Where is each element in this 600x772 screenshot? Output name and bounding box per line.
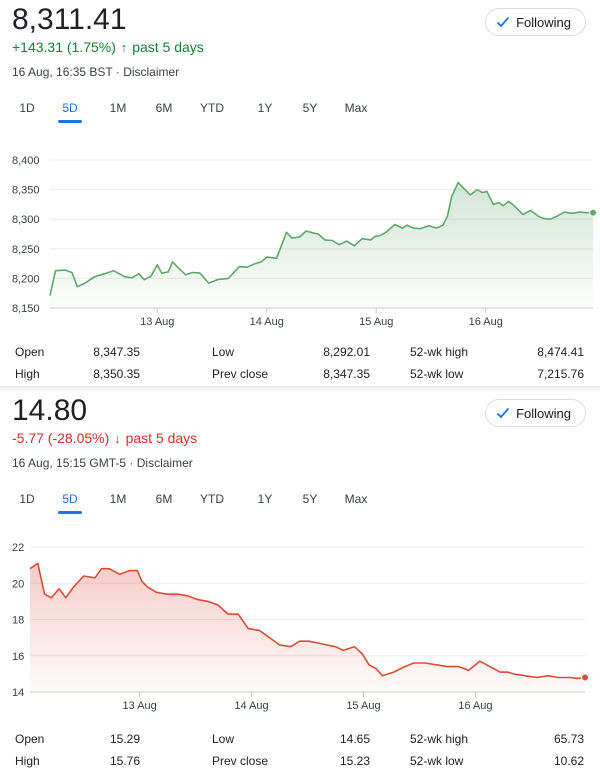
tab-ytd[interactable]: YTD [200, 96, 224, 120]
tab-ytd[interactable]: YTD [200, 487, 224, 511]
price-chart: 8,400 8,350 8,300 8,250 8,200 8,150 13 Aug 14 A… [12, 155, 597, 328]
tab-5y[interactable]: 5Y [303, 487, 318, 511]
change-value: +143.31 (1.75%) [12, 39, 116, 55]
tab-max[interactable]: Max [345, 96, 368, 120]
change-value: -5.77 (-28.05%) [12, 430, 110, 446]
stat-value-prev-close: 15.23 [339, 754, 370, 768]
y-tick-label: 16 [12, 651, 24, 663]
y-tick-label: 8,400 [12, 155, 40, 167]
stat-label-low: Low [212, 732, 235, 746]
stat-label-prev-close: Prev close [212, 754, 269, 768]
stat-label-open: Open [15, 732, 45, 746]
y-tick-label: 8,300 [12, 214, 40, 226]
tab-6m[interactable]: 6M [156, 487, 173, 511]
stat-value-low: 14.65 [339, 732, 370, 746]
y-tick-label: 22 [12, 542, 24, 554]
following-label: Following [516, 14, 571, 30]
last-price-point [589, 208, 597, 217]
tab-1y[interactable]: 1Y [258, 487, 273, 511]
tab-1y[interactable]: 1Y [258, 96, 273, 120]
stock-card: 14.80 -5.77 (-28.05%) ↓ past 5 days 16 A… [0, 391, 600, 768]
stock-card: 8,311.41 +143.31 (1.75%) ↑ past 5 days 1… [0, 0, 600, 388]
timestamp-disclaimer: 16 Aug, 15:15 GMT-5 · Disclaimer [12, 456, 193, 470]
y-tick-label: 8,350 [12, 185, 40, 197]
stat-label-wk52-low: 52-wk low [410, 754, 464, 768]
change-period: past 5 days [125, 430, 198, 446]
following-label: Following [516, 405, 571, 421]
y-tick-label: 18 [12, 615, 24, 627]
active-tab-indicator [58, 511, 82, 514]
x-tick-label: 14 Aug [234, 700, 268, 712]
x-tick-label: 15 Aug [346, 700, 380, 712]
x-tick-label: 13 Aug [140, 316, 174, 328]
checkmark-icon [496, 16, 510, 28]
y-tick-label: 8,250 [12, 244, 40, 256]
following-button[interactable]: Following [485, 8, 586, 36]
price-chart: 22 20 18 16 14 13 Aug 14 Aug 15 Aug 16 Aug [12, 542, 589, 712]
tab-max[interactable]: Max [345, 487, 368, 511]
tab-5d[interactable]: 5D [62, 487, 77, 511]
x-tick-label: 16 Aug [469, 316, 503, 328]
x-tick-label: 16 Aug [458, 700, 492, 712]
key-stats: Open 8,347.35 High 8,350.35 Low 8,292.01 Prev … [0, 345, 600, 385]
range-tabs: 1D 5D 1M 6M YTD 1Y 5Y Max [0, 96, 600, 123]
current-price: 14.80 [12, 394, 88, 427]
current-price: 8,311.41 [12, 3, 127, 36]
y-tick-label: 20 [12, 578, 24, 590]
stat-value-wk52-low: 7,215.76 [537, 367, 584, 381]
checkmark-icon [496, 407, 510, 419]
stat-value-wk52-high: 8,474.41 [537, 345, 584, 359]
tab-1m[interactable]: 1M [110, 487, 127, 511]
series-area [50, 182, 593, 308]
stat-label-prev-close: Prev close [212, 367, 269, 381]
stat-label-wk52-high: 52-wk high [410, 732, 469, 746]
change-period: past 5 days [132, 39, 204, 55]
x-tick-label: 14 Aug [250, 316, 284, 328]
tab-5d[interactable]: 5D [62, 96, 77, 120]
y-tick-label: 8,200 [12, 273, 40, 285]
stat-value-low: 8,292.01 [323, 345, 370, 359]
timestamp-disclaimer: 16 Aug, 16:35 BST · Disclaimer [12, 65, 180, 79]
price-change: -5.77 (-28.05%) ↓ past 5 days [12, 429, 197, 448]
active-tab-indicator [58, 120, 82, 123]
stat-label-low: Low [212, 345, 235, 359]
stat-label-wk52-high: 52-wk high [410, 345, 469, 359]
tab-6m[interactable]: 6M [156, 96, 173, 120]
stat-value-open: 15.29 [109, 732, 140, 746]
following-button[interactable]: Following [485, 399, 586, 427]
stat-label-high: High [15, 754, 40, 768]
price-change: +143.31 (1.75%) ↑ past 5 days [12, 38, 204, 57]
arrow-up-icon: ↑ [120, 40, 128, 55]
stat-value-high: 8,350.35 [93, 367, 140, 381]
y-tick-label: 14 [12, 687, 24, 699]
stat-label-wk52-low: 52-wk low [410, 367, 464, 381]
x-tick-label: 13 Aug [123, 700, 157, 712]
stat-label-high: High [15, 367, 40, 381]
arrow-down-icon: ↓ [114, 431, 121, 446]
stat-value-wk52-low: 10.62 [553, 754, 584, 768]
tab-5y[interactable]: 5Y [303, 96, 318, 120]
range-tabs: 1D 5D 1M 6M YTD 1Y 5Y Max [0, 487, 600, 514]
last-price-point [581, 673, 589, 682]
stat-value-prev-close: 8,347.35 [323, 367, 370, 381]
tab-1d[interactable]: 1D [19, 96, 34, 120]
stat-value-wk52-high: 65.73 [553, 732, 584, 746]
y-tick-label: 8,150 [12, 303, 40, 315]
stat-value-high: 15.76 [109, 754, 140, 768]
key-stats: Open 15.29 High 15.76 Low 14.65 Prev close 15.2… [0, 732, 600, 772]
x-tick-label: 15 Aug [359, 316, 393, 328]
tab-1m[interactable]: 1M [110, 96, 127, 120]
tab-1d[interactable]: 1D [19, 487, 34, 511]
stat-label-open: Open [15, 345, 45, 359]
stat-value-open: 8,347.35 [93, 345, 140, 359]
